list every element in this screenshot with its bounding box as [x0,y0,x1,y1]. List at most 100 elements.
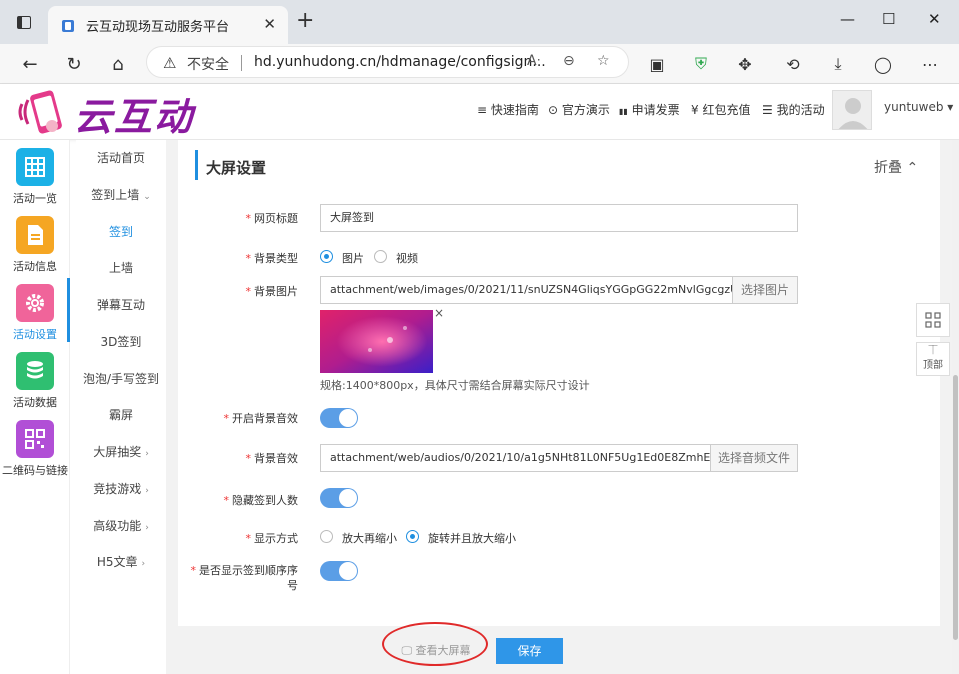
new-tab-button[interactable]: + [296,10,314,32]
chevron-right-icon: › [145,486,149,496]
choose-audio-button[interactable]: 选择音频文件 [710,444,798,472]
submenu-item-games[interactable]: 竞技游戏 › [76,480,166,497]
sidebar-label: 活动设置 [13,328,57,341]
sidebar-label: 二维码与链接 [2,464,68,477]
submenu-item-danmaku[interactable]: 弹幕互动 [76,296,166,313]
extensions-icon[interactable]: ✥ [733,52,757,76]
submenu-item-h5-article[interactable]: H5文章 › [76,553,166,570]
choose-image-button[interactable]: 选择图片 [732,276,798,304]
tab-actions-icon[interactable] [17,16,31,29]
sidebar-item-activity-settings[interactable]: 活动设置 [0,278,70,344]
download-icon[interactable]: ⤓ [826,52,850,76]
home-icon[interactable]: ⌂ [106,52,130,76]
bg-image-thumbnail [320,310,433,373]
yen-icon: ¥ [691,103,699,117]
shield-icon[interactable]: ⛨ [689,52,713,76]
chevron-right-icon: › [145,449,149,459]
history-icon[interactable]: ⟲ [781,52,805,76]
back-to-top-button[interactable]: ⏉ 顶部 [916,342,950,376]
show-order-label-line2: 号 [287,579,298,592]
collapse-toggle[interactable]: 折叠 ⌃ [874,157,918,177]
submenu-item-advanced[interactable]: 高级功能 › [76,517,166,534]
database-icon [16,352,54,390]
bg-type-label: * 背景类型 [245,252,299,265]
submenu-item-wall[interactable]: 上墙 [76,259,166,276]
display-mode-rotate-label: 旋转并且放大缩小 [428,532,516,545]
read-aloud-icon[interactable]: Aᐧ [527,53,540,69]
scrollbar-thumb[interactable] [953,375,958,640]
demo-icon: ⊙ [548,103,559,117]
bg-music-enable-label: * 开启背景音效 [223,412,299,425]
invoice-icon: ▮▮ [619,107,628,116]
save-button[interactable]: 保存 [496,638,563,664]
back-to-top-label: 顶部 [923,360,943,371]
page-title-input[interactable]: 大屏签到 [320,204,798,232]
insecure-label[interactable]: 不安全 [187,54,229,74]
refresh-icon[interactable]: ↻ [62,52,86,76]
bg-music-enable-toggle[interactable] [320,408,358,428]
nav-quick-guide[interactable]: ≡ 快速指南 [477,101,539,118]
page-title-label: * 网页标题 [245,212,299,225]
window-close-button[interactable]: ✕ [928,10,941,28]
nav-my-activities[interactable]: ☰ 我的活动 [762,101,825,118]
sidebar-item-qrcode-links[interactable]: 二维码与链接 [0,414,70,480]
submenu-item-activity-home[interactable]: 活动首页 [76,149,166,166]
submenu-item-3d-signin[interactable]: 3D签到 [76,333,166,350]
display-mode-zoom-label: 放大再缩小 [342,532,397,545]
qrcode-float-button[interactable] [916,303,950,337]
submenu-item-bubble-signin[interactable]: 泡泡/手写签到 [76,370,166,387]
bg-image-hint: 规格:1400*800px，具体尺寸需结合屏幕实际尺寸设计 [320,379,590,392]
submenu-item-signin-wall[interactable]: 签到上墙 ⌄ [76,186,166,203]
user-avatar-icon [838,98,868,129]
collections-icon[interactable]: ▣ [645,52,669,76]
submenu-item-signin[interactable]: 签到 [76,223,166,240]
back-arrow-icon[interactable]: ← [18,52,42,76]
more-menu-icon[interactable]: ⋯ [918,52,942,76]
hide-count-label: * 隐藏签到人数 [223,494,299,507]
address-bar[interactable]: ⚠ 不安全 hd.yunhudong.cn/hdmanage/configsig… [146,46,629,78]
chevron-right-icon: › [141,559,146,569]
display-mode-zoom-radio[interactable] [320,530,333,543]
sidebar-item-activity-data[interactable]: 活动数据 [0,346,70,412]
hide-count-toggle[interactable] [320,488,358,508]
tab-close-icon[interactable]: ✕ [263,15,276,33]
nav-official-demo[interactable]: ⊙ 官方演示 [548,101,610,118]
show-order-toggle[interactable] [320,561,358,581]
qrcode-icon [925,312,941,328]
bg-type-image-radio[interactable] [320,250,333,263]
username-dropdown[interactable]: yuntuweb ▾ [884,100,953,114]
logo-phone-icon [18,90,62,134]
sidebar-label: 活动信息 [13,260,57,273]
favorite-add-icon[interactable]: ☆ [597,53,610,69]
maximize-button[interactable]: ☐ [882,10,895,28]
site-favicon-icon [62,20,74,32]
profile-icon[interactable]: ◯ [871,52,895,76]
logo-text: 云互动 [74,95,195,139]
url-text[interactable]: hd.yunhudong.cn/hdmanage/configsign... [254,54,546,70]
display-mode-rotate-radio[interactable] [406,530,419,543]
bg-music-path-input[interactable]: attachment/web/audios/0/2021/10/a1g5NHt8… [320,444,711,472]
bg-type-image-label: 图片 [342,252,364,265]
submenu-item-lottery[interactable]: 大屏抽奖 › [76,443,166,460]
avatar[interactable] [832,90,872,130]
browser-tab[interactable]: 云互动现场互动服务平台 ✕ [48,6,288,44]
qrcode-icon [16,420,54,458]
list-icon: ≡ [477,103,488,117]
nav-redpacket-recharge[interactable]: ¥ 红包充值 [691,101,750,118]
sidebar-item-activity-overview[interactable]: 活动一览 [0,142,70,208]
warning-icon: ⚠ [163,54,177,72]
sidebar-item-activity-info[interactable]: 活动信息 [0,210,70,276]
section-title: 大屏设置 [206,159,267,177]
minimize-button[interactable]: — [840,10,855,28]
submenu-item-ba-screen[interactable]: 霸屏 [76,406,166,423]
remove-image-icon[interactable]: × [434,306,444,320]
annotation-circle [382,622,488,666]
bg-image-path-input[interactable]: attachment/web/images/0/2021/11/snUZSN4G… [320,276,733,304]
document-icon [16,216,54,254]
zoom-icon[interactable]: ⊖ [563,53,575,69]
address-toolbar: ← ↻ ⌂ ⚠ 不安全 hd.yunhudong.cn/hdmanage/con… [0,44,959,84]
nav-invoice[interactable]: ▮▮ 申请发票 [619,101,680,118]
bg-type-video-radio[interactable] [374,250,387,263]
grid-icon [16,148,54,186]
gear-icon [16,284,54,322]
